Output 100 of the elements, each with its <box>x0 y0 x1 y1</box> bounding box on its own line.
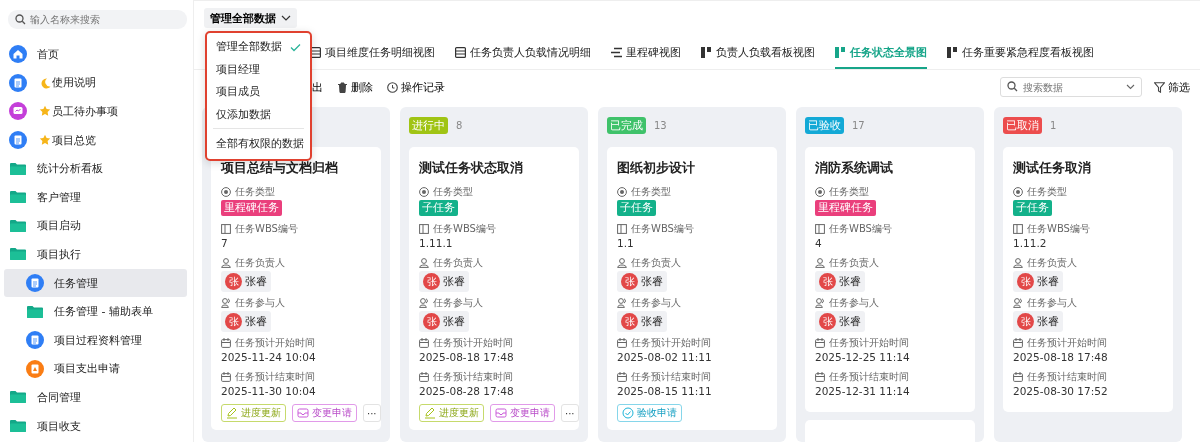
type-tag: 里程碑任务 <box>221 200 282 216</box>
avatar: 张 <box>423 313 440 330</box>
field-label: 任务负责人 <box>617 256 767 269</box>
tab[interactable]: 任务负责人负载情况明细 <box>455 37 591 69</box>
avatar: 张 <box>621 273 638 290</box>
document-icon <box>9 73 27 92</box>
toolbar-button[interactable]: 操作记录 <box>387 79 445 95</box>
avatar: 张 <box>1017 313 1034 330</box>
avatar: 张 <box>423 273 440 290</box>
more-button[interactable]: ··· <box>561 404 579 422</box>
field-value: 4 <box>815 237 823 250</box>
milestone-icon <box>611 46 622 58</box>
avatar: 张 <box>225 273 242 290</box>
field-value: 2025-08-15 11:11 <box>617 385 713 398</box>
radio-icon <box>419 186 429 197</box>
field-label: 任务WBS编号 <box>419 222 569 235</box>
person-icon <box>1013 257 1023 268</box>
card-count: 17 <box>852 119 865 131</box>
kanban-icon <box>835 46 846 58</box>
menu-item[interactable]: 项目成员 <box>207 81 310 104</box>
sidebar-item[interactable]: 统计分析看板 <box>4 154 187 183</box>
radio-icon <box>617 186 627 197</box>
moon-icon <box>39 76 51 89</box>
sidebar-item[interactable]: 项目过程资料管理 <box>4 325 187 355</box>
document-icon <box>26 331 44 350</box>
sidebar-item[interactable]: 项目支出申请 <box>4 354 187 384</box>
search-field[interactable]: 搜索数据 <box>1000 77 1142 97</box>
toolbar-button[interactable]: 出 <box>312 79 323 95</box>
calendar-icon <box>617 337 627 348</box>
menu-item[interactable]: 项目经理 <box>207 58 310 81</box>
sidebar-item[interactable]: 首页 <box>4 40 187 69</box>
menu-item[interactable]: 仅添加数据 <box>207 103 310 126</box>
clipboard-icon <box>26 359 44 378</box>
type-tag: 里程碑任务 <box>815 200 876 216</box>
tab[interactable]: 负责人负载看板视图 <box>701 37 815 69</box>
type-tag: 子任务 <box>617 200 656 216</box>
person-chip: 张 张睿 <box>617 271 667 292</box>
panel-icon <box>617 223 627 234</box>
field-label: 任务类型 <box>815 185 965 198</box>
field-value: 2025-08-30 17:52 <box>1013 385 1109 398</box>
sidebar-item[interactable]: 项目总览 <box>4 125 187 155</box>
field-label: 任务预计结束时间 <box>815 370 965 383</box>
field-value: 2025-08-18 17:48 <box>419 351 515 364</box>
sidebar-item[interactable]: 合同管理 <box>4 383 187 412</box>
card-title: 测试任务取消 <box>1013 159 1092 177</box>
radio-icon <box>221 186 231 197</box>
person-chip: 张 张睿 <box>815 311 865 332</box>
tray-icon <box>297 407 309 419</box>
search-field[interactable]: 输入名称来搜索 <box>8 10 187 29</box>
card-count: 8 <box>456 119 463 131</box>
calendar-icon <box>221 337 231 348</box>
person-chip: 张 张睿 <box>617 311 667 332</box>
tab[interactable]: 任务重要紧急程度看板视图 <box>947 37 1094 69</box>
tab[interactable]: 里程碑视图 <box>611 37 681 69</box>
action-button[interactable]: 变更申请 <box>490 404 555 422</box>
more-button[interactable]: ··· <box>363 404 381 422</box>
star-icon <box>39 134 51 147</box>
view-selector[interactable]: 管理全部数据 <box>204 8 297 28</box>
sidebar-item[interactable]: 客户管理 <box>4 182 187 212</box>
filter-icon <box>1154 81 1165 93</box>
menu-item[interactable]: 管理全部数据 <box>207 36 310 59</box>
field-label: 任务预计结束时间 <box>419 370 569 383</box>
field-value: 2025-11-30 10:04 <box>221 385 317 398</box>
field-value: 2025-08-18 17:48 <box>1013 351 1109 364</box>
field-value: 1.1 <box>617 237 635 250</box>
field-label: 任务类型 <box>419 185 569 198</box>
check-circle-icon <box>622 407 634 419</box>
person-icon <box>815 257 825 268</box>
field-label: 任务预计开始时间 <box>815 336 965 349</box>
sidebar-item[interactable]: 项目执行 <box>4 240 187 269</box>
menu-item[interactable]: 全部有权限的数据 <box>207 133 310 156</box>
action-button[interactable]: 变更申请 <box>292 404 357 422</box>
sidebar-item[interactable]: 任务管理 <box>4 268 187 298</box>
sidebar-item[interactable]: 使用说明 <box>4 68 187 98</box>
tab[interactable]: 项目维度任务明细视图 <box>310 37 435 69</box>
avatar: 张 <box>225 313 242 330</box>
radio-icon <box>1013 186 1023 197</box>
field-label: 任务预计开始时间 <box>617 336 767 349</box>
toolbar-button[interactable]: 删除 <box>337 79 373 95</box>
field-label: 任务预计开始时间 <box>419 336 569 349</box>
field-value: 2025-12-31 11:14 <box>815 385 911 398</box>
sidebar-item[interactable]: 任务管理 - 辅助表单 <box>4 297 187 326</box>
sidebar-item[interactable]: 员工待办事项 <box>4 97 187 126</box>
person-chip: 张 张睿 <box>1013 271 1063 292</box>
card-count: 1 <box>1050 119 1057 131</box>
status-tag: 已完成 <box>607 116 646 134</box>
status-tag: 已取消 <box>1003 116 1042 134</box>
filter-button[interactable]: 筛选 <box>1154 79 1190 95</box>
people-icon <box>1013 297 1023 308</box>
field-label: 任务参与人 <box>419 296 569 309</box>
field-label: 任务WBS编号 <box>815 222 965 235</box>
sidebar-item[interactable]: 项目启动 <box>4 211 187 241</box>
field-value: 2025-08-28 17:48 <box>419 385 515 398</box>
field-label: 任务类型 <box>221 185 371 198</box>
document-icon <box>26 274 44 293</box>
field-label: 任务预计开始时间 <box>221 336 371 349</box>
field-value: 2025-12-25 11:14 <box>815 351 911 364</box>
field-label: 任务类型 <box>617 185 767 198</box>
table-icon <box>455 46 466 58</box>
sidebar-item[interactable]: 项目收支 <box>4 411 187 441</box>
